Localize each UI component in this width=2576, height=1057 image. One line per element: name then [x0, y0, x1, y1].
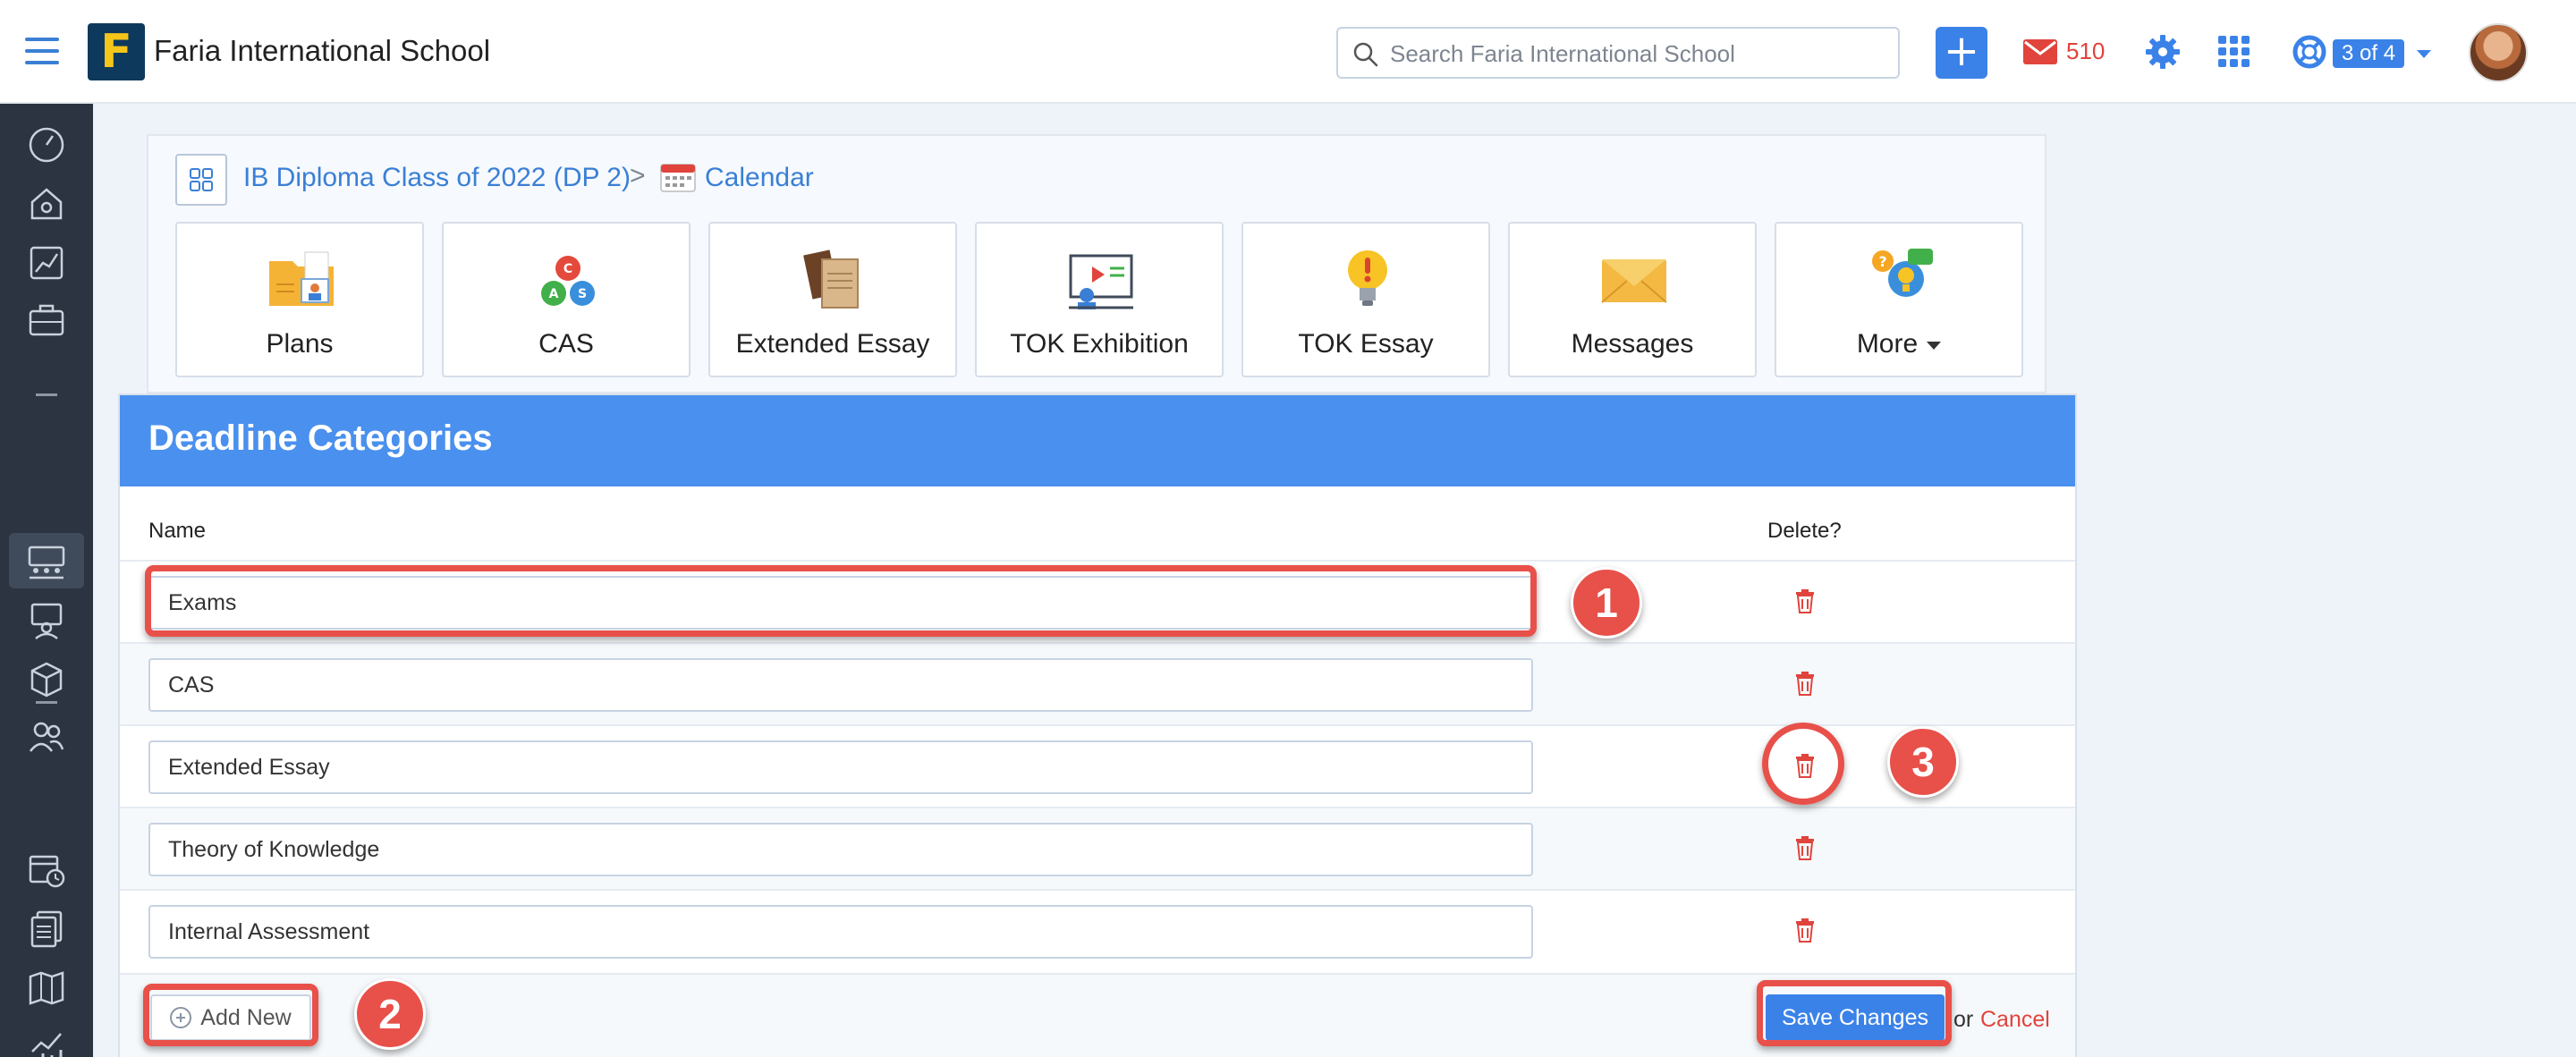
table-row: [120, 889, 2075, 971]
mail-icon[interactable]: [2023, 39, 2057, 64]
card-title: Deadline Categories: [148, 419, 493, 458]
sidebar-divider: [36, 393, 57, 396]
highlight-first-row-input: [145, 565, 1537, 637]
trash-icon[interactable]: [1794, 917, 1816, 943]
reports-chart-icon[interactable]: [25, 1025, 68, 1057]
trash-icon[interactable]: [1794, 835, 1816, 860]
search-box: [1336, 27, 1900, 79]
category-name-input[interactable]: [148, 658, 1533, 712]
mail-count[interactable]: 510: [2066, 38, 2105, 65]
cas-triangle-icon: CA S: [541, 252, 595, 306]
tile-messages[interactable]: Messages: [1508, 222, 1757, 377]
chevron-down-icon: [1927, 341, 1942, 350]
breadcrumb-class-link[interactable]: IB Diploma Class of 2022 (DP 2): [243, 163, 631, 193]
class-context-panel: IB Diploma Class of 2022 (DP 2) > Calend…: [147, 134, 2046, 393]
plans-folder-icon: [269, 251, 334, 306]
calendar-icon: [660, 164, 696, 192]
cube-icon[interactable]: [25, 658, 68, 701]
table-row: [120, 642, 2075, 724]
dashboard-gauge-icon[interactable]: [25, 123, 68, 166]
grid-icon: [190, 168, 213, 191]
tile-more[interactable]: ? More: [1775, 222, 2023, 377]
card-header: Deadline Categories: [120, 395, 2075, 486]
highlight-add-new: [143, 984, 318, 1046]
top-bar: F Faria International School + 510 3 of …: [0, 0, 2576, 104]
classes-icon[interactable]: [25, 540, 68, 583]
gear-icon[interactable]: [2145, 34, 2181, 70]
tok-exhibition-presentation-icon: [1069, 254, 1133, 309]
documents-icon[interactable]: [25, 907, 68, 950]
teacher-icon[interactable]: [25, 599, 68, 642]
avatar[interactable]: [2469, 23, 2528, 82]
search-icon: [1353, 42, 1378, 67]
annotation-badge-1: 1: [1571, 567, 1642, 638]
menu-icon[interactable]: [25, 38, 59, 64]
tile-label: More: [1776, 329, 2021, 359]
tile-label: TOK Essay: [1298, 329, 1434, 359]
column-header-name: Name: [148, 519, 207, 543]
tile-plans[interactable]: Plans: [175, 222, 424, 377]
breadcrumb-separator: >: [630, 161, 646, 190]
logo-letter: F: [100, 25, 132, 79]
trash-icon[interactable]: [1794, 671, 1816, 696]
add-button[interactable]: +: [1936, 27, 1987, 79]
school-name[interactable]: Faria International School: [154, 34, 490, 68]
tile-more-label: More: [1856, 329, 1919, 359]
svg-text:C: C: [564, 262, 572, 276]
or-text: or: [1953, 1007, 1974, 1032]
category-name-input[interactable]: [148, 905, 1533, 959]
svg-text:?: ?: [1878, 253, 1886, 270]
cancel-link[interactable]: Cancel: [1980, 1007, 2050, 1033]
tile-cas[interactable]: CAS CAS: [442, 222, 691, 377]
annotation-badge-2: 2: [354, 978, 426, 1050]
column-header-delete: Delete?: [1767, 519, 1842, 543]
briefcase-icon[interactable]: [25, 299, 68, 342]
tile-tok-exhibition[interactable]: TOK Exhibition: [975, 222, 1224, 377]
trash-icon[interactable]: [1794, 588, 1816, 613]
more-people-icon: ?: [1872, 249, 1933, 297]
tile-extended-essay[interactable]: Extended Essay: [708, 222, 957, 377]
tile-label: Extended Essay: [735, 329, 930, 359]
tile-label: Plans: [266, 329, 334, 359]
class-switcher-button[interactable]: [175, 154, 227, 206]
sidebar: [0, 104, 93, 1057]
chevron-down-icon[interactable]: [2417, 50, 2431, 58]
annotation-badge-3: 3: [1887, 726, 1959, 798]
apps-grid-icon[interactable]: [2218, 36, 2250, 68]
search-input[interactable]: [1390, 38, 1882, 70]
tile-label: TOK Exhibition: [1010, 329, 1189, 359]
category-name-input[interactable]: [148, 740, 1533, 794]
table-row: [120, 807, 2075, 889]
svg-text:A: A: [549, 287, 559, 301]
tile-label: CAS: [538, 329, 594, 359]
sidebar-divider-2: [36, 701, 57, 704]
help-lifebuoy-icon[interactable]: [2292, 34, 2327, 70]
highlight-save-changes: [1757, 980, 1952, 1046]
tok-essay-lightbulb-icon: [1348, 250, 1387, 306]
category-name-input[interactable]: [148, 823, 1533, 876]
people-icon[interactable]: [25, 715, 68, 758]
messages-envelope-icon: [1601, 259, 1667, 303]
home-icon[interactable]: [25, 182, 68, 225]
tile-label: Messages: [1571, 329, 1694, 359]
extended-essay-books-icon: [803, 249, 859, 309]
svg-text:S: S: [578, 287, 587, 301]
analytics-chart-icon[interactable]: [25, 241, 68, 284]
steps-badge[interactable]: 3 of 4: [2333, 39, 2405, 68]
calendar-clock-icon[interactable]: [25, 848, 68, 891]
deadline-categories-card: Deadline Categories Name Delete? Add New…: [118, 393, 2077, 1057]
school-logo[interactable]: F: [88, 23, 145, 80]
tile-tok-essay[interactable]: TOK Essay: [1241, 222, 1490, 377]
map-icon[interactable]: [25, 966, 68, 1009]
highlight-delete-icon: [1762, 723, 1844, 805]
breadcrumb-calendar-link[interactable]: Calendar: [705, 163, 814, 193]
